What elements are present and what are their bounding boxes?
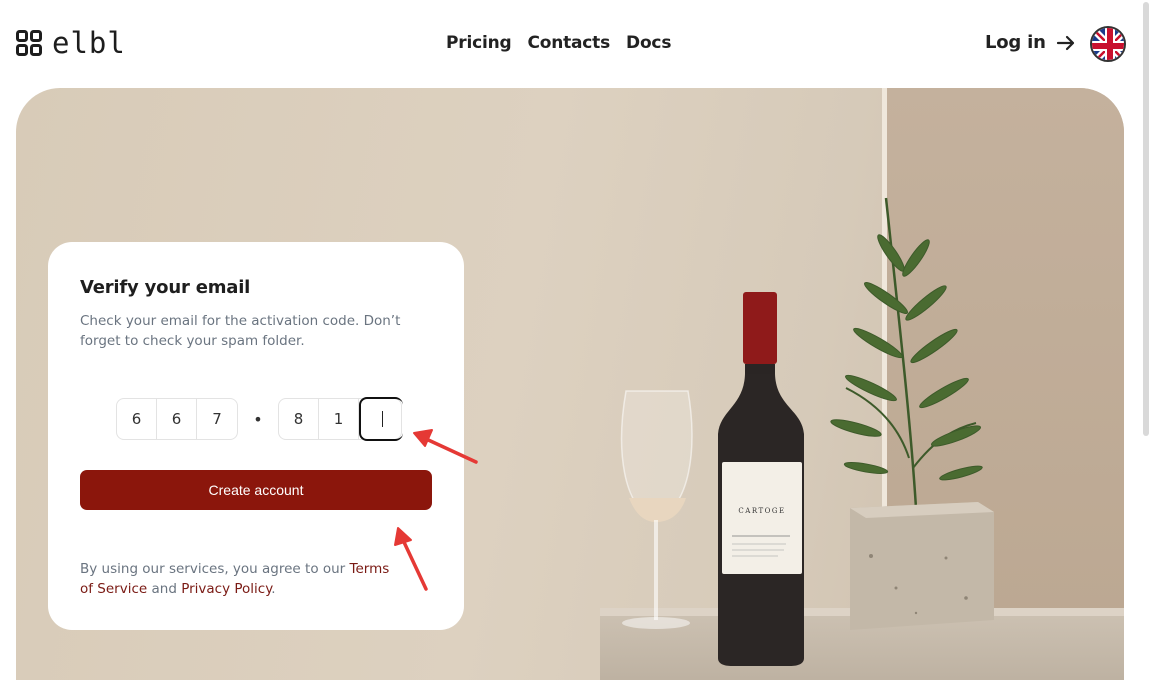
wine-glass-image bbox=[620, 390, 693, 629]
code-digit-3[interactable]: 7 bbox=[197, 399, 237, 439]
login-label: Log in bbox=[985, 32, 1046, 53]
plant-image bbox=[830, 197, 983, 509]
verify-email-card: Verify your email Check your email for t… bbox=[48, 242, 464, 630]
scrollbar-thumb[interactable] bbox=[1143, 2, 1149, 436]
brand-logo[interactable]: elbl bbox=[16, 26, 126, 60]
legal-prefix: By using our services, you agree to our bbox=[80, 561, 346, 577]
main-nav: Pricing Contacts Docs bbox=[446, 33, 671, 53]
uk-flag-icon bbox=[1092, 28, 1124, 60]
brand-name: elbl bbox=[52, 26, 126, 60]
nav-pricing[interactable]: Pricing bbox=[446, 33, 512, 53]
code-digit-5[interactable]: 1 bbox=[319, 399, 359, 439]
create-account-button[interactable]: Create account bbox=[80, 470, 432, 510]
code-digit-2[interactable]: 6 bbox=[157, 399, 197, 439]
arrow-right-icon bbox=[1056, 35, 1074, 50]
concrete-pot-image bbox=[850, 502, 994, 630]
nav-contacts[interactable]: Contacts bbox=[527, 33, 610, 53]
code-separator: • bbox=[253, 409, 263, 429]
logo-icon bbox=[16, 30, 42, 56]
nav-docs[interactable]: Docs bbox=[626, 33, 671, 53]
code-digit-4[interactable]: 8 bbox=[279, 399, 319, 439]
card-title: Verify your email bbox=[80, 277, 251, 298]
code-group-2: 8 1 bbox=[278, 397, 403, 441]
legal-notice: By using our services, you agree to our … bbox=[80, 559, 400, 599]
privacy-policy-link[interactable]: Privacy Policy bbox=[181, 581, 271, 597]
bottle-label-text: CARTOGE bbox=[738, 507, 785, 515]
code-digit-1[interactable]: 6 bbox=[117, 399, 157, 439]
site-header: elbl Pricing Contacts Docs Log in bbox=[0, 0, 1140, 88]
card-description: Check your email for the activation code… bbox=[80, 313, 401, 349]
login-link[interactable]: Log in bbox=[985, 32, 1076, 53]
legal-suffix: . bbox=[271, 581, 276, 597]
legal-and: and bbox=[151, 581, 177, 597]
code-group-1: 6 6 7 bbox=[116, 398, 238, 440]
page-scrollbar[interactable] bbox=[1140, 0, 1152, 680]
language-selector[interactable] bbox=[1090, 26, 1126, 62]
verification-code-input: 6 6 7 • 8 1 bbox=[116, 397, 403, 441]
code-digit-6[interactable] bbox=[359, 397, 403, 441]
wine-bottle-image: CARTOGE bbox=[718, 292, 804, 666]
text-caret bbox=[381, 411, 383, 427]
